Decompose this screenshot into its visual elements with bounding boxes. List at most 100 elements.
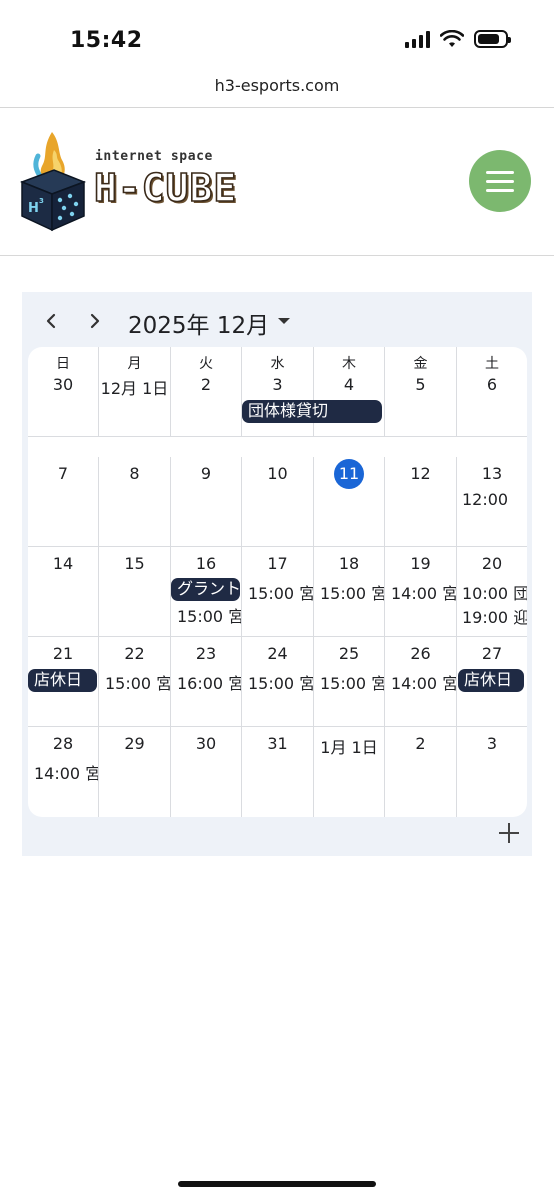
today-marker: 11 bbox=[334, 459, 364, 489]
day-number: 5 bbox=[415, 375, 426, 394]
day-cell[interactable]: 17 15:00 宮 bbox=[242, 547, 314, 636]
day-number: 15 bbox=[124, 554, 145, 573]
day-number: 12 bbox=[410, 464, 431, 483]
day-number: 10 bbox=[267, 464, 288, 483]
day-cell[interactable]: 8 bbox=[99, 457, 171, 546]
day-cell[interactable]: 12 bbox=[385, 457, 457, 546]
day-number: 31 bbox=[267, 734, 288, 753]
hamburger-line bbox=[486, 188, 514, 192]
cellular-signal-icon bbox=[405, 30, 430, 48]
event-chip[interactable]: 店休日 bbox=[28, 669, 97, 692]
day-cell[interactable]: 19 14:00 宮 bbox=[385, 547, 457, 636]
event-item[interactable]: 15:00 宮 bbox=[242, 580, 313, 604]
caret-down-icon[interactable] bbox=[278, 318, 290, 324]
day-number: 18 bbox=[338, 554, 360, 573]
day-cell[interactable]: 14 bbox=[28, 547, 99, 636]
day-number: 4 bbox=[343, 375, 355, 394]
status-bar: 15:42 bbox=[0, 0, 554, 70]
event-item[interactable]: 15:00 宮 bbox=[171, 603, 241, 627]
event-item[interactable]: 15:00 宮 bbox=[99, 670, 170, 694]
day-cell[interactable]: 28 14:00 宮 bbox=[28, 727, 99, 817]
url-text: h3-esports.com bbox=[214, 76, 340, 95]
day-cell[interactable]: 15 bbox=[99, 547, 171, 636]
day-cell[interactable]: 27 店休日 bbox=[457, 637, 527, 726]
day-cell[interactable]: 10 bbox=[242, 457, 314, 546]
weekday-label: 水 bbox=[270, 356, 285, 372]
event-chip[interactable]: 店休日 bbox=[458, 669, 524, 692]
day-number: 16 bbox=[195, 554, 217, 573]
day-cell[interactable]: 22 15:00 宮 bbox=[99, 637, 171, 726]
day-cell[interactable]: 16 グラント 15:00 宮 bbox=[171, 547, 242, 636]
day-cell[interactable]: 火 2 bbox=[171, 347, 242, 436]
day-number: 1月 1日 bbox=[320, 738, 378, 757]
day-cell[interactable]: 18 15:00 宮 bbox=[314, 547, 385, 636]
day-cell[interactable]: 26 14:00 宮 bbox=[385, 637, 457, 726]
day-cell[interactable]: 21 店休日 bbox=[28, 637, 99, 726]
day-number: 13 bbox=[481, 464, 503, 483]
day-cell[interactable]: 31 bbox=[242, 727, 314, 817]
weekday-label: 土 bbox=[485, 356, 499, 372]
site-header: H 3 internet space H-CUBE bbox=[0, 108, 554, 256]
hamburger-menu-button[interactable] bbox=[469, 150, 531, 212]
day-number: 9 bbox=[200, 464, 212, 483]
month-grid: 日 30 月 12月 1日 火 2 水 3 木 4 金 5 土 6 団体様貸切 … bbox=[28, 347, 527, 817]
day-number: 2 bbox=[200, 375, 212, 394]
event-item[interactable]: 15:00 宮 bbox=[314, 580, 384, 604]
event-chip[interactable]: 団体様貸切 bbox=[242, 400, 382, 423]
cube-logo-icon: H 3 bbox=[20, 132, 87, 232]
event-item[interactable]: 14:00 宮 bbox=[385, 580, 456, 604]
day-cell-today[interactable]: 11 bbox=[314, 457, 385, 546]
add-event-plus-icon[interactable] bbox=[498, 822, 520, 844]
day-cell[interactable]: 23 16:00 宮 bbox=[171, 637, 242, 726]
hamburger-line bbox=[486, 170, 514, 174]
day-number: 23 bbox=[195, 644, 217, 663]
day-number: 27 bbox=[481, 644, 503, 663]
day-number: 26 bbox=[410, 644, 431, 663]
event-item[interactable]: 12:00 bbox=[457, 490, 527, 509]
status-time: 15:42 bbox=[70, 28, 143, 53]
day-cell[interactable]: 13 12:00 bbox=[457, 457, 527, 546]
svg-text:3: 3 bbox=[39, 197, 44, 205]
day-cell[interactable]: 土 6 bbox=[457, 347, 527, 436]
weekday-label: 月 bbox=[127, 356, 142, 372]
day-number: 2 bbox=[415, 734, 426, 753]
day-number: 12月 1日 bbox=[100, 379, 169, 398]
day-number: 7 bbox=[57, 464, 69, 483]
event-item[interactable]: 14:00 宮 bbox=[385, 670, 456, 694]
address-bar[interactable]: h3-esports.com bbox=[0, 70, 554, 108]
event-item[interactable]: 14:00 宮 bbox=[28, 760, 98, 784]
event-item[interactable]: 15:00 宮 bbox=[242, 670, 313, 694]
day-number: 8 bbox=[129, 464, 140, 483]
day-cell[interactable]: 9 bbox=[171, 457, 242, 546]
day-cell[interactable]: 日 30 bbox=[28, 347, 99, 436]
day-cell[interactable]: 金 5 bbox=[385, 347, 457, 436]
chevron-left-icon[interactable] bbox=[40, 310, 62, 332]
day-number: 17 bbox=[267, 554, 288, 573]
day-number: 29 bbox=[124, 734, 145, 753]
event-chip[interactable]: グラント bbox=[171, 578, 240, 601]
day-number: 30 bbox=[195, 734, 217, 753]
day-cell[interactable]: 2 bbox=[385, 727, 457, 817]
calendar-month-title[interactable]: 2025年 12月 bbox=[128, 306, 269, 340]
site-logo[interactable]: H 3 internet space H-CUBE bbox=[20, 130, 260, 240]
day-cell[interactable]: 20 10:00 団 19:00 迎 bbox=[457, 547, 527, 636]
weekday-label: 日 bbox=[56, 356, 70, 372]
day-cell[interactable]: 30 bbox=[171, 727, 242, 817]
calendar-widget: 2025年 12月 日 30 月 12月 1日 火 2 水 3 木 4 金 5 … bbox=[22, 292, 532, 856]
event-item[interactable]: 15:00 宮 bbox=[314, 670, 384, 694]
day-cell[interactable]: 月 12月 1日 bbox=[99, 347, 171, 436]
day-cell[interactable]: 24 15:00 宮 bbox=[242, 637, 314, 726]
day-number: 25 bbox=[338, 644, 360, 663]
day-cell[interactable]: 25 15:00 宮 bbox=[314, 637, 385, 726]
day-number: 3 bbox=[272, 375, 283, 394]
event-item[interactable]: 16:00 宮 bbox=[171, 670, 241, 694]
event-item[interactable]: 19:00 迎 bbox=[457, 604, 527, 628]
day-cell[interactable]: 1月 1日 bbox=[314, 727, 385, 817]
logo-subtitle: internet space bbox=[95, 149, 213, 164]
day-cell[interactable]: 3 bbox=[457, 727, 527, 817]
weekday-label: 木 bbox=[342, 356, 356, 372]
day-cell[interactable]: 29 bbox=[99, 727, 171, 817]
day-cell[interactable]: 7 bbox=[28, 457, 99, 546]
chevron-right-icon[interactable] bbox=[84, 310, 106, 332]
event-item[interactable]: 10:00 団 bbox=[457, 580, 527, 604]
